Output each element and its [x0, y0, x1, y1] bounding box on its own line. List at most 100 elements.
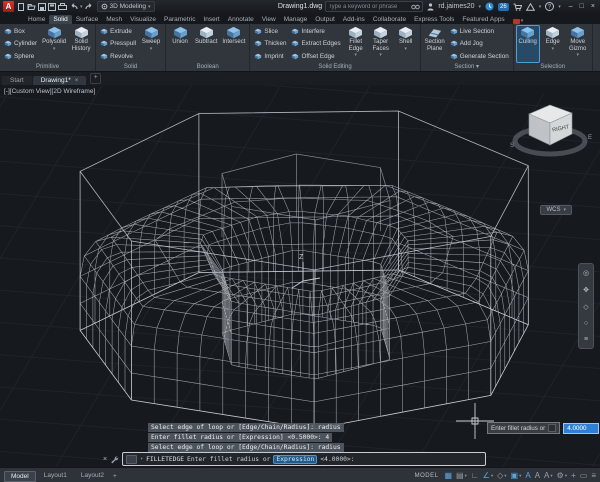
new-file-icon[interactable] — [17, 3, 25, 11]
ribbon-button-imprint[interactable]: Imprint — [253, 53, 287, 60]
ribbon-tab-collaborate[interactable]: Collaborate — [369, 15, 410, 24]
minimize-button[interactable]: – — [569, 3, 573, 10]
ribbon-button-interfere[interactable]: Interfere — [290, 28, 341, 35]
isodraft-icon[interactable]: ◇ ▾ — [497, 469, 506, 482]
annotation-scale-icon[interactable]: A ▾ — [544, 469, 553, 482]
panel-label[interactable]: Section ▾ — [421, 63, 513, 71]
ribbon-button-solid-history[interactable]: Solid History — [69, 25, 93, 63]
ribbon-tab-mesh[interactable]: Mesh — [102, 15, 126, 24]
apps-dropdown-icon[interactable]: ▾ — [539, 4, 542, 10]
commandline-close-icon[interactable]: × — [103, 456, 107, 463]
compass-south-label[interactable]: S — [510, 143, 514, 149]
workspace-switching-icon[interactable]: ⚙ ▾ — [557, 469, 567, 482]
panel-label[interactable]: Selection — [514, 63, 592, 71]
object-snap-icon[interactable]: ▣ ▾ — [511, 469, 522, 482]
polar-tracking-icon[interactable]: ∠ ▾ — [483, 469, 493, 482]
ribbon-button-fillet-edge[interactable]: Fillet Edge▾ — [344, 25, 368, 63]
new-drawing-button[interactable]: + — [90, 73, 101, 84]
ribbon-tab-visualize[interactable]: Visualize — [126, 15, 160, 24]
layout-tab-layout2[interactable]: Layout2 — [75, 471, 110, 482]
ribbon-tab-express-tools[interactable]: Express Tools — [410, 15, 458, 24]
ribbon-button-cylinder[interactable]: Cylinder — [3, 40, 38, 47]
wcs-dropdown[interactable]: WCS ▾ — [540, 205, 572, 215]
ribbon-tab-surface[interactable]: Surface — [72, 15, 102, 24]
zoom-icon[interactable]: ◇ — [583, 303, 588, 311]
redo-icon[interactable] — [85, 3, 94, 11]
a360-sync-icon[interactable] — [485, 2, 494, 11]
ribbon-button-sphere[interactable]: Sphere — [3, 53, 38, 60]
compass-east-label[interactable]: E — [588, 135, 592, 141]
viewport-controls[interactable]: [-][Custom View][2D Wireframe] — [4, 88, 95, 95]
grid-icon[interactable]: ▦ — [444, 469, 452, 482]
ribbon-button-shell[interactable]: Shell▾ — [394, 25, 418, 63]
help-icon[interactable]: ? — [545, 2, 554, 11]
plot-icon[interactable] — [58, 3, 67, 11]
ribbon-tab-add-ins[interactable]: Add-ins — [339, 15, 369, 24]
model-space-label[interactable]: MODEL — [415, 473, 439, 479]
command-option-expression[interactable]: Expression — [273, 455, 317, 464]
layout-tab-layout1[interactable]: Layout1 — [38, 471, 73, 482]
ribbon-button-edge[interactable]: Edge▾ — [541, 25, 565, 63]
annotation-visibility-icon[interactable]: A — [525, 469, 530, 482]
workspace-switcher[interactable]: 3D Modeling ▾ — [97, 1, 155, 12]
panel-label[interactable]: Solid — [96, 63, 165, 71]
ribbon-tab-annotate[interactable]: Annotate — [224, 15, 258, 24]
user-dropdown-icon[interactable]: ▾ — [479, 4, 482, 10]
dynamic-input-value[interactable]: 4.0000 — [563, 423, 599, 434]
viewcube-cube[interactable]: RIGHT — [529, 105, 572, 145]
app-logo-icon[interactable]: A — [3, 1, 14, 12]
ribbon-button-polysolid[interactable]: Polysolid▾ — [40, 25, 68, 63]
ribbon-tab-home[interactable]: Home — [24, 15, 49, 24]
search-input[interactable]: Type a keyword or phrase — [325, 1, 423, 12]
ribbon-button-culling[interactable]: Culling — [516, 25, 540, 63]
viewcube[interactable]: S E RIGHT — [502, 97, 598, 175]
search-binoculars-icon[interactable] — [411, 3, 420, 10]
ribbon-button-live-section[interactable]: Live Section — [449, 28, 510, 35]
snap-mode-icon[interactable]: ▤ ▾ — [456, 469, 467, 482]
ribbon-button-slice[interactable]: Slice — [253, 28, 287, 35]
new-layout-button[interactable]: + — [113, 473, 117, 480]
orbit-icon[interactable]: ○ — [584, 320, 588, 327]
undo-icon[interactable] — [69, 3, 78, 11]
ribbon-button-subtract[interactable]: Subtract — [193, 25, 219, 63]
ribbon-button-extract-edges[interactable]: Extract Edges — [290, 40, 341, 47]
ortho-mode-icon[interactable]: ∟ — [471, 469, 479, 482]
ribbon-button-generate-section[interactable]: Generate Section — [449, 53, 510, 60]
customization-menu-icon[interactable]: ≡ — [591, 469, 596, 482]
command-input[interactable]: ▾ FILLETEDGE Enter fillet radius or Expr… — [122, 452, 486, 466]
close-tab-icon[interactable]: × — [75, 78, 79, 84]
pan-icon[interactable]: ✥ — [583, 286, 589, 294]
screencast-icon[interactable] — [513, 19, 520, 24]
signed-in-user[interactable]: rd.jaimes20 — [438, 2, 474, 11]
undo-dropdown-icon[interactable]: ▾ — [80, 4, 83, 10]
panel-label[interactable]: Primitive — [0, 63, 95, 71]
close-button[interactable]: × — [591, 3, 595, 10]
panel-label[interactable]: Solid Editing — [250, 63, 419, 71]
maximize-button[interactable]: □ — [580, 3, 584, 10]
navbar-menu-icon[interactable]: ≡ — [584, 336, 588, 343]
annotation-autoscale-icon[interactable]: A — [535, 469, 540, 482]
navigation-bar[interactable]: ◎ ✥ ◇ ○ ≡ — [578, 263, 594, 349]
drawing-canvas[interactable]: Z [-][Custom View][2D Wireframe] S E RIG… — [0, 85, 600, 467]
help-dropdown-icon[interactable]: ▾ — [558, 4, 561, 10]
ribbon-button-move-gizmo[interactable]: Move Gizmo▾ — [566, 25, 590, 63]
open-folder-icon[interactable] — [27, 3, 36, 11]
ribbon-tab-parametric[interactable]: Parametric — [160, 15, 199, 24]
hardware-acceleration-icon[interactable]: ▭ — [580, 469, 588, 482]
panel-label[interactable]: Boolean — [166, 63, 249, 71]
ribbon-button-taper-faces[interactable]: Taper Faces▾ — [369, 25, 393, 63]
ribbon-button-offset-edge[interactable]: Offset Edge — [290, 53, 341, 60]
ribbon-button-sweep[interactable]: Sweep▾ — [139, 25, 163, 63]
ribbon-tab-view[interactable]: View — [258, 15, 280, 24]
ribbon-tab-manage[interactable]: Manage — [280, 15, 312, 24]
ribbon-button-section-plane[interactable]: Section Plane — [423, 25, 447, 63]
file-tab-start[interactable]: Start — [2, 76, 32, 85]
ribbon-button-intersect[interactable]: Intersect — [220, 25, 247, 63]
ribbon-button-add-jog[interactable]: Add Jog — [449, 40, 510, 47]
ribbon-button-revolve[interactable]: Revolve — [99, 53, 137, 60]
ribbon-tab-output[interactable]: Output — [311, 15, 339, 24]
dynamic-options-icon[interactable] — [548, 424, 556, 432]
recent-commands-icon[interactable] — [126, 455, 137, 464]
saveas-icon[interactable] — [48, 3, 56, 11]
full-navigation-wheel-icon[interactable]: ◎ — [583, 269, 589, 277]
